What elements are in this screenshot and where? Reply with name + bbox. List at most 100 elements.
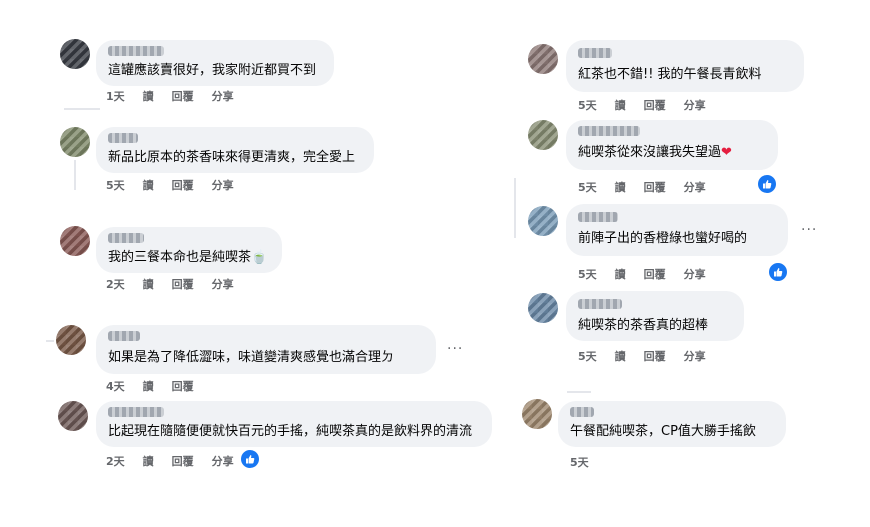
avatar[interactable] <box>60 127 90 157</box>
like-thumb-icon <box>774 268 783 277</box>
avatar[interactable] <box>56 325 86 355</box>
share-link[interactable]: 分享 <box>212 179 234 192</box>
share-link[interactable]: 分享 <box>684 99 706 112</box>
comment-actions: 5天 讀 回覆 分享 <box>578 97 724 113</box>
comment-actions: 2天 讀 回覆 分享 <box>106 276 252 292</box>
comment-time[interactable]: 5天 <box>570 456 589 469</box>
read-link[interactable]: 讀 <box>615 268 626 281</box>
like-thumb-icon <box>763 180 772 189</box>
share-link[interactable]: 分享 <box>684 181 706 194</box>
share-link[interactable]: 分享 <box>212 90 234 103</box>
comment-time[interactable]: 2天 <box>106 278 125 291</box>
comment-bubble: 純喫茶的茶香真的超棒 <box>566 291 744 341</box>
read-link[interactable]: 讀 <box>615 181 626 194</box>
blurred-author-name[interactable] <box>108 133 138 143</box>
read-link[interactable]: 讀 <box>143 278 154 291</box>
comment-text: 午餐配純喫茶，CP值大勝手搖飲 <box>570 424 756 439</box>
comment-bubble: 這罐應該賣很好，我家附近都買不到 <box>96 40 334 86</box>
comment-actions: 5天 讀 回覆 分享 <box>578 179 724 195</box>
comment-bubble: 純喫茶從來沒讓我失望過❤ <box>566 120 778 170</box>
heart-emoji-icon: ❤ <box>721 145 732 160</box>
blurred-author-name[interactable] <box>108 233 144 243</box>
comment-bubble: 紅茶也不錯!! 我的午餐長青飲料 <box>566 40 804 92</box>
reply-link[interactable]: 回覆 <box>644 181 666 194</box>
avatar[interactable] <box>528 120 558 150</box>
blurred-author-name[interactable] <box>108 407 164 417</box>
reply-link[interactable]: 回覆 <box>172 455 194 468</box>
like-thumb-icon <box>246 455 255 464</box>
comment-time[interactable]: 4天 <box>106 380 125 393</box>
comment-actions: 4天 讀 回覆 <box>106 378 212 394</box>
blurred-author-name[interactable] <box>108 46 164 56</box>
comment-time[interactable]: 5天 <box>578 181 597 194</box>
reply-link[interactable]: 回覆 <box>644 99 666 112</box>
comment-text: 如果是為了降低澀味，味道變清爽感覺也滿合理ㄉ <box>108 350 395 365</box>
avatar[interactable] <box>60 226 90 256</box>
divider <box>64 108 100 110</box>
comment-time[interactable]: 5天 <box>578 268 597 281</box>
avatar[interactable] <box>60 39 90 69</box>
blurred-author-name[interactable] <box>578 212 618 222</box>
comment-actions: 5天 讀 回覆 分享 <box>578 348 724 364</box>
avatar[interactable] <box>58 401 88 431</box>
comment-time[interactable]: 2天 <box>106 455 125 468</box>
reply-link[interactable]: 回覆 <box>644 268 666 281</box>
comment-time[interactable]: 5天 <box>578 350 597 363</box>
comment-text: 新品比原本的茶香味來得更清爽，完全愛上 <box>108 150 356 165</box>
comment-text: 紅茶也不錯!! 我的午餐長青飲料 <box>578 67 762 82</box>
reply-link[interactable]: 回覆 <box>644 350 666 363</box>
comment-text: 我的三餐本命也是純喫茶🍵 <box>108 249 267 267</box>
comment-time[interactable]: 5天 <box>578 99 597 112</box>
blurred-author-name[interactable] <box>578 48 612 58</box>
comment-text: 前陣子出的香橙綠也蠻好喝的 <box>578 231 748 246</box>
divider <box>567 391 591 393</box>
share-link[interactable]: 分享 <box>684 350 706 363</box>
comment-actions: 5天 讀 回覆 分享 <box>578 266 724 282</box>
read-link[interactable]: 讀 <box>143 179 154 192</box>
reply-link[interactable]: 回覆 <box>172 278 194 291</box>
comment-text: 純喫茶的茶香真的超棒 <box>578 318 709 333</box>
divider <box>514 178 516 238</box>
read-link[interactable]: 讀 <box>615 350 626 363</box>
read-link[interactable]: 讀 <box>143 90 154 103</box>
reply-link[interactable]: 回覆 <box>172 179 194 192</box>
comment-bubble: 如果是為了降低澀味，味道變清爽感覺也滿合理ㄉ <box>96 325 436 374</box>
share-link[interactable]: 分享 <box>212 455 234 468</box>
tea-emoji-icon: 🍵 <box>251 250 268 265</box>
avatar[interactable] <box>522 399 552 429</box>
share-link[interactable]: 分享 <box>212 278 234 291</box>
blurred-author-name[interactable] <box>108 331 140 341</box>
blurred-author-name[interactable] <box>578 299 622 309</box>
more-options-icon[interactable]: ··· <box>447 341 463 357</box>
comment-bubble: 新品比原本的茶香味來得更清爽，完全愛上 <box>96 127 374 173</box>
comment-text-body: 我的三餐本命也是純喫茶 <box>108 250 252 265</box>
like-reaction-badge[interactable] <box>239 448 261 470</box>
comment-text: 純喫茶從來沒讓我失望過❤ <box>578 144 732 162</box>
more-options-icon[interactable]: ··· <box>801 222 817 238</box>
avatar[interactable] <box>528 44 558 74</box>
comment-bubble: 比起現在隨隨便便就快百元的手搖，純喫茶真的是飲料界的清流 <box>96 401 492 447</box>
reply-link[interactable]: 回覆 <box>172 90 194 103</box>
divider <box>46 340 54 342</box>
like-reaction-badge[interactable] <box>756 173 778 195</box>
comment-bubble: 午餐配純喫茶，CP值大勝手搖飲 <box>558 401 786 447</box>
comment-actions: 1天 讀 回覆 分享 <box>106 88 252 104</box>
avatar[interactable] <box>528 206 558 236</box>
share-link[interactable]: 分享 <box>684 268 706 281</box>
blurred-author-name[interactable] <box>570 407 594 417</box>
comment-actions: 2天 讀 回覆 分享 <box>106 453 252 469</box>
like-reaction-badge[interactable] <box>767 261 789 283</box>
thread-line <box>74 160 76 190</box>
blurred-author-name[interactable] <box>578 126 640 136</box>
read-link[interactable]: 讀 <box>615 99 626 112</box>
comment-actions: 5天 讀 回覆 分享 <box>106 177 252 193</box>
comment-text-body: 純喫茶從來沒讓我失望過 <box>578 145 722 160</box>
reply-link[interactable]: 回覆 <box>172 380 194 393</box>
comment-time[interactable]: 5天 <box>106 179 125 192</box>
avatar[interactable] <box>528 293 558 323</box>
comment-bubble: 我的三餐本命也是純喫茶🍵 <box>96 227 282 273</box>
read-link[interactable]: 讀 <box>143 455 154 468</box>
read-link[interactable]: 讀 <box>143 380 154 393</box>
comment-bubble: 前陣子出的香橙綠也蠻好喝的 <box>566 204 788 256</box>
comment-time[interactable]: 1天 <box>106 90 125 103</box>
